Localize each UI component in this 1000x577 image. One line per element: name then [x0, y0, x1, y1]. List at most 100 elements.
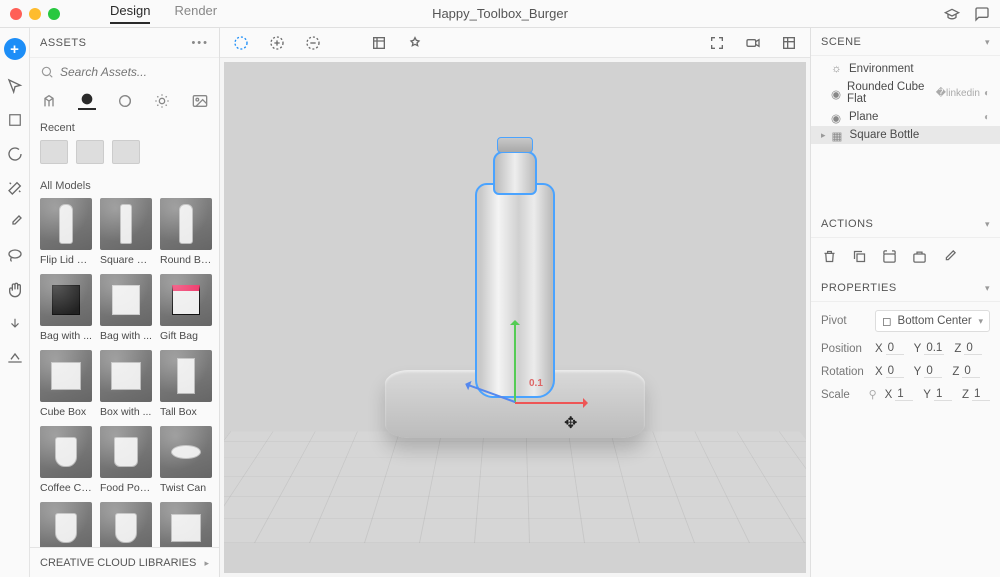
visibility-icon[interactable]: ◐	[984, 88, 990, 99]
folder-icon: ▦	[832, 129, 844, 141]
model-item[interactable]	[100, 502, 152, 547]
chevron-down-icon[interactable]	[985, 218, 990, 230]
drop-tool-icon[interactable]	[7, 316, 23, 332]
model-item[interactable]: Bag with ...	[100, 274, 152, 342]
images-tab-icon[interactable]	[191, 92, 209, 110]
model-item[interactable]: Twist Can	[160, 426, 212, 494]
move-cursor-icon: ✥	[564, 413, 577, 433]
sample-icon[interactable]	[941, 248, 957, 264]
position-z-input[interactable]: 0	[964, 342, 982, 355]
pivot-label: Pivot	[821, 315, 867, 327]
render-settings-icon[interactable]	[780, 34, 798, 52]
model-item[interactable]: Bag with ...	[40, 274, 92, 342]
scene-item-environment[interactable]: ☼ Environment	[811, 60, 1000, 78]
link-icon[interactable]: �linkedin	[936, 88, 980, 99]
scene-panel-title: SCENE	[821, 36, 861, 48]
rotation-y-input[interactable]: 0	[924, 365, 942, 378]
chevron-down-icon[interactable]	[985, 282, 990, 294]
model-item[interactable]	[160, 502, 212, 547]
rotation-label: Rotation	[821, 366, 867, 378]
add-button[interactable]: +	[4, 38, 26, 60]
pivot-icon: ◻	[882, 314, 892, 328]
rotate-tool-icon[interactable]	[7, 146, 23, 162]
chevron-right-icon[interactable]	[204, 557, 209, 569]
ungroup-icon[interactable]	[911, 248, 927, 264]
rotation-z-input[interactable]: 0	[962, 365, 980, 378]
visibility-icon[interactable]: ◐	[984, 112, 990, 123]
models-tab-icon[interactable]	[40, 92, 58, 110]
model-item[interactable]: Coffee Cup	[40, 426, 92, 494]
fullscreen-icon[interactable]	[708, 34, 726, 52]
camera-bookmark-icon[interactable]	[744, 34, 762, 52]
scene-item-square-bottle[interactable]: ▦ Square Bottle	[811, 126, 1000, 144]
minimize-window-button[interactable]	[29, 8, 41, 20]
gizmo-y-axis[interactable]	[514, 323, 516, 403]
recent-thumb[interactable]	[112, 140, 140, 164]
cc-libraries-label[interactable]: CREATIVE CLOUD LIBRARIES	[40, 557, 196, 569]
mode-tabs: Design Render	[110, 3, 217, 24]
learn-icon[interactable]	[944, 6, 960, 22]
materials-tab-icon[interactable]	[78, 92, 96, 110]
group-icon[interactable]	[881, 248, 897, 264]
duplicate-icon[interactable]	[851, 248, 867, 264]
scale-x-input[interactable]: 1	[895, 388, 913, 401]
lights-tab-icon[interactable]	[153, 92, 171, 110]
position-label: Position	[821, 343, 867, 355]
search-icon	[40, 64, 54, 80]
scale-y-input[interactable]: 1	[934, 388, 952, 401]
lasso-tool-icon[interactable]	[7, 248, 23, 264]
subtract-selection-icon[interactable]	[304, 34, 322, 52]
tab-render[interactable]: Render	[174, 3, 217, 24]
model-item[interactable]: Gift Bag	[160, 274, 212, 342]
scale-z-input[interactable]: 1	[972, 388, 990, 401]
scene-item-rounded-cube[interactable]: ◉ Rounded Cube Flat �linkedin◐	[811, 78, 1000, 108]
select-tool-icon[interactable]	[7, 78, 23, 94]
mesh-icon: ◉	[831, 111, 843, 123]
properties-panel-title: PROPERTIES	[821, 282, 897, 294]
feedback-icon[interactable]	[974, 6, 990, 22]
search-input[interactable]	[60, 65, 217, 79]
frame-tool-icon[interactable]	[7, 112, 23, 128]
tab-design[interactable]: Design	[110, 3, 150, 24]
floor-grid	[224, 431, 806, 543]
maximize-window-button[interactable]	[48, 8, 60, 20]
recent-thumb[interactable]	[40, 140, 68, 164]
viewport-3d[interactable]: 0.1 ✥	[224, 62, 806, 573]
right-panels: SCENE ☼ Environment ◉ Rounded Cube Flat …	[810, 28, 1000, 577]
recent-thumb[interactable]	[76, 140, 104, 164]
rotation-x-input[interactable]: 0	[886, 365, 904, 378]
add-selection-icon[interactable]	[268, 34, 286, 52]
viewport-column: 0.1 ✥	[220, 28, 810, 577]
snap-icon[interactable]	[370, 34, 388, 52]
scene-item-plane[interactable]: ◉ Plane ◐	[811, 108, 1000, 126]
position-y-input[interactable]: 0.1	[924, 342, 944, 355]
model-item[interactable]: Tall Box	[160, 350, 212, 418]
eyedropper-tool-icon[interactable]	[7, 214, 23, 230]
model-item[interactable]: Cube Box	[40, 350, 92, 418]
tool-strip: +	[0, 28, 30, 577]
link-scale-icon[interactable]: ⚲	[869, 388, 877, 401]
ground-tool-icon[interactable]	[7, 350, 23, 366]
effects-icon[interactable]	[406, 34, 424, 52]
pivot-select[interactable]: ◻Bottom Center	[875, 310, 990, 332]
model-item[interactable]: Flip Lid B...	[40, 198, 92, 266]
marquee-select-icon[interactable]	[232, 34, 250, 52]
wand-tool-icon[interactable]	[7, 180, 23, 196]
position-x-input[interactable]: 0	[886, 342, 904, 355]
scale-label: Scale	[821, 389, 861, 401]
expand-icon[interactable]	[821, 129, 826, 141]
gizmo-value-label: 0.1	[529, 378, 543, 389]
gizmo-x-axis[interactable]	[515, 402, 585, 404]
model-item[interactable]: Food Pou...	[100, 426, 152, 494]
delete-icon[interactable]	[821, 248, 837, 264]
hand-tool-icon[interactable]	[7, 282, 23, 298]
model-item[interactable]: Square B...	[100, 198, 152, 266]
model-item[interactable]: Box with ...	[100, 350, 152, 418]
decals-tab-icon[interactable]	[116, 92, 134, 110]
model-item[interactable]: Round Bo...	[160, 198, 212, 266]
close-window-button[interactable]	[10, 8, 22, 20]
assets-title: ASSETS	[40, 37, 86, 49]
model-item[interactable]	[40, 502, 92, 547]
chevron-down-icon[interactable]	[985, 36, 990, 48]
assets-menu-icon[interactable]: •••	[191, 37, 209, 49]
